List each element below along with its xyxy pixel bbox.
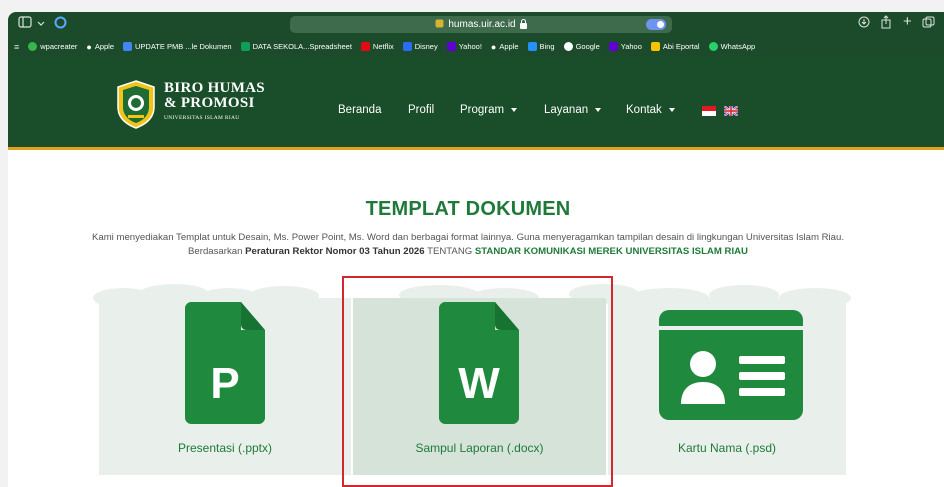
nav-label: Profil: [408, 104, 435, 116]
selection-highlight: [342, 276, 613, 487]
sidebar-toggle-icon[interactable]: [18, 16, 34, 31]
nav-kontak[interactable]: Kontak: [626, 104, 675, 116]
nav-layanan[interactable]: Layanan: [544, 104, 602, 116]
chevron-down-icon[interactable]: [37, 17, 45, 31]
browser-window: humas.uir.ac.id + ≡ wpacreater ● Apple UP…: [0, 0, 944, 487]
brand-subtitle: UNIVERSITAS ISLAM RIAU: [164, 115, 240, 121]
bookmark-label: Abi Eportal: [662, 42, 700, 51]
yahoo-icon: [608, 42, 618, 51]
grid-icon[interactable]: ≡: [14, 42, 19, 52]
card-label: Presentasi (.pptx): [177, 441, 273, 455]
bookmark-label: Yahoo!: [458, 42, 482, 51]
bookmark-yahoo-1[interactable]: Yahoo!: [446, 42, 482, 51]
bookmark-apple-2[interactable]: ● Apple: [491, 42, 519, 52]
brand-line-1: BIRO HUMAS: [164, 80, 265, 96]
svg-text:P: P: [210, 359, 239, 408]
disney-icon: [402, 42, 412, 51]
new-tab-icon[interactable]: +: [903, 13, 912, 30]
bookmark-abi-eportal[interactable]: Abi Eportal: [650, 42, 700, 51]
bookmark-label: Apple: [499, 42, 519, 51]
brand-line-2: & PROMOSI: [164, 95, 255, 111]
nav-program[interactable]: Program: [460, 104, 518, 116]
page-description: Kami menyediakan Templat untuk Desain, M…: [80, 231, 856, 259]
bookmark-label: Yahoo: [620, 42, 642, 51]
bookmark-yahoo-2[interactable]: Yahoo: [608, 42, 642, 51]
bookmark-label: DATA SEKOLA...Spreadsheet: [252, 42, 352, 51]
bookmark-label: UPDATE PMB ...le Dokumen: [135, 42, 232, 51]
google-icon: [563, 42, 573, 51]
tab-overview-icon[interactable]: [922, 16, 935, 32]
apple-icon: ●: [490, 41, 497, 52]
sheets-icon: [240, 42, 250, 51]
lock-icon: [519, 18, 527, 29]
desc-text: TENTANG: [424, 246, 475, 257]
address-bar[interactable]: humas.uir.ac.id: [290, 16, 672, 33]
bookmark-label: Bing: [539, 42, 555, 51]
url-text: humas.uir.ac.id: [448, 19, 516, 30]
caret-down-icon: [668, 108, 675, 112]
bookmarks-bar: ≡ wpacreater ● Apple UPDATE PMB ...le Dok…: [8, 36, 944, 57]
bookmark-label: Disney: [414, 42, 438, 51]
bookmark-update-pmb[interactable]: UPDATE PMB ...le Dokumen: [123, 42, 232, 51]
whatsapp-icon: [708, 42, 718, 51]
shield-icon: [435, 19, 444, 31]
bookmark-label: Google: [575, 42, 600, 51]
bookmark-netflix[interactable]: Netflix: [360, 42, 394, 51]
bing-icon: [527, 42, 537, 51]
desc-standard: STANDAR KOMUNIKASI MEREK UNIVERSITAS ISL…: [474, 246, 748, 257]
card-label: Kartu Nama (.psd): [677, 441, 777, 455]
bookmark-whatsapp[interactable]: WhatsApp: [708, 42, 756, 51]
site-header: BIRO HUMAS & PROMOSI UNIVERSITAS ISLAM R…: [8, 57, 944, 150]
download-icon[interactable]: [858, 16, 870, 31]
docs-icon: [123, 42, 132, 51]
id-card-icon: [659, 310, 803, 420]
browser-toolbar: humas.uir.ac.id +: [8, 12, 944, 36]
desc-regulation: Peraturan Rektor Nomor 03 Tahun 2026: [245, 246, 425, 257]
bookmark-data-sekolah[interactable]: DATA SEKOLA...Spreadsheet: [240, 42, 352, 51]
bookmark-label: WhatsApp: [720, 42, 756, 51]
indonesia-flag-icon[interactable]: [702, 106, 716, 116]
apple-icon: ●: [86, 41, 92, 52]
netflix-icon: [360, 42, 370, 51]
uk-flag-icon[interactable]: [724, 106, 738, 116]
profile-icon[interactable]: [54, 16, 67, 32]
nav-label: Kontak: [626, 104, 662, 116]
card-kartu-nama[interactable]: Kartu Nama (.psd): [608, 298, 846, 475]
bookmark-bing[interactable]: Bing: [527, 42, 555, 51]
bookmark-apple[interactable]: ● Apple: [86, 42, 114, 52]
university-crest-icon[interactable]: [114, 79, 158, 129]
caret-down-icon: [595, 108, 602, 112]
yahoo-icon: [446, 42, 456, 51]
brand-name[interactable]: BIRO HUMAS & PROMOSI UNIVERSITAS ISLAM R…: [164, 80, 265, 122]
nav-label: Program: [460, 104, 505, 116]
nav-profil[interactable]: Profil: [408, 104, 434, 116]
powerpoint-file-icon: P: [185, 302, 265, 424]
bookmark-disney[interactable]: Disney: [402, 42, 438, 51]
bookmark-wpacreater[interactable]: wpacreater: [28, 42, 77, 51]
page-title: TEMPLAT DOKUMEN: [365, 198, 571, 220]
nav-label: Beranda: [338, 104, 382, 116]
extension-toggle-icon[interactable]: [646, 19, 666, 30]
eportal-icon: [650, 42, 660, 51]
caret-down-icon: [511, 108, 518, 112]
share-icon[interactable]: [880, 15, 892, 32]
wpacreater-icon: [28, 42, 38, 51]
bookmark-label: wpacreater: [40, 42, 78, 51]
card-presentasi[interactable]: P Presentasi (.pptx): [99, 298, 351, 475]
bookmark-label: Apple: [94, 42, 114, 51]
bookmark-google[interactable]: Google: [563, 42, 600, 51]
bookmark-label: Netflix: [372, 42, 394, 51]
nav-label: Layanan: [544, 104, 589, 116]
nav-beranda[interactable]: Beranda: [338, 104, 381, 116]
